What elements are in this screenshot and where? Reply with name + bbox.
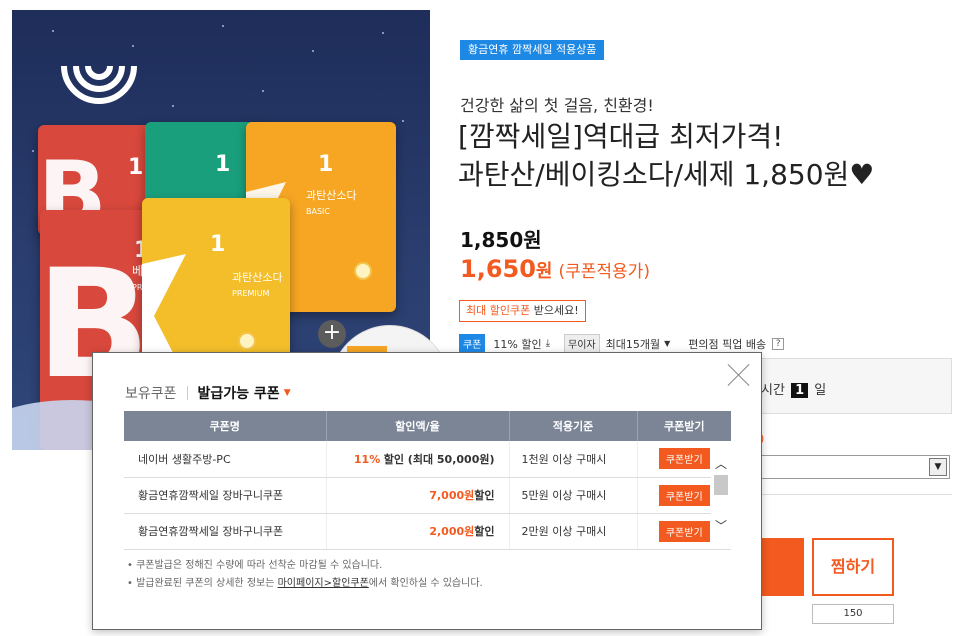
pouch-sub: PREMIUM (232, 289, 270, 298)
star (172, 105, 174, 107)
note-line: • 발급완료된 쿠폰의 상세한 정보는 마이페이지>할인쿠폰에서 확인하실 수 … (127, 575, 483, 593)
coupon-discount-text: 할인 (474, 525, 495, 538)
product-title-line2: 과탄산/베이킹소다/세제 1,850원♥ (458, 158, 875, 191)
note-line: • 쿠폰발급은 정해진 수량에 따라 선착순 마감될 수 있습니다. (127, 560, 383, 571)
scrollbar[interactable]: ︿ ﹀ (711, 453, 731, 547)
time-day: 1 (791, 383, 809, 398)
coupon-discount-value: 11% (353, 452, 381, 466)
pouch-badge-icon (238, 332, 256, 350)
interest-free-tag: 무이자 (564, 334, 600, 353)
coupon-name: 황금연휴깜짝세일 장바구니쿠폰 (124, 513, 327, 550)
coupon-discount: 7,000원할인 (326, 477, 510, 514)
coupon-discount[interactable]: 11% 할인 (493, 336, 541, 352)
coupon-discount-value: 7,000원 (429, 489, 475, 502)
column-header: 할인액/율 (326, 411, 510, 441)
mypage-coupon-link[interactable]: 마이페이지>할인쿠폰 (278, 578, 369, 589)
pouch-number: 1 (318, 152, 334, 177)
pouch-sub: BASIC (306, 207, 330, 216)
star (262, 90, 264, 92)
star (382, 32, 384, 34)
installment-label[interactable]: 최대15개월 (606, 336, 660, 352)
note-text: • 발급완료된 쿠폰의 상세한 정보는 (127, 578, 275, 589)
star (132, 45, 134, 47)
price-original: 1,850원 (460, 228, 542, 252)
get-coupon-button[interactable]: 쿠폰받기 (658, 448, 710, 470)
chevron-down-icon[interactable]: ▼ (664, 339, 670, 348)
coupon-notes: • 쿠폰발급은 정해진 수량에 따라 선착순 마감될 수 있습니다. • 발급완… (127, 557, 483, 593)
table-row: 황금연휴깜짝세일 장바구니쿠폰 2,000원할인 2만원 이상 구매시 쿠폰받기 (124, 513, 731, 550)
coupon-table: 쿠폰명 할인액/율 적용기준 쿠폰받기 네이버 생활주방-PC 11% 할인 (… (124, 411, 731, 550)
pouch-yellow: 1 과탄산소다 PREMIUM (142, 198, 290, 378)
coupon-criteria: 5만원 이상 구매시 (509, 477, 638, 514)
chevron-down-icon[interactable]: ﹀ (715, 517, 727, 534)
time-suffix: 일 (814, 383, 827, 398)
scrollbar-thumb[interactable] (714, 475, 728, 495)
pouch-name: 과탄산소다 (232, 271, 283, 284)
caret-down-icon[interactable]: ▼ (284, 388, 291, 398)
table-header-row: 쿠폰명 할인액/율 적용기준 쿠폰받기 (124, 411, 731, 441)
pouch-name: 과탄산소다 (306, 189, 357, 202)
delivery-time-box: 시간 1 일 (740, 358, 952, 414)
max-coupon-button[interactable]: 최대 할인쿠폰 받으세요! (459, 300, 586, 322)
coupon-discount-value: 2,000원 (429, 525, 475, 538)
price-coupon: 1,650원 (쿠폰적용가) (460, 255, 650, 283)
coupon-discount-text: 할인 (최대 50,000원) (383, 452, 495, 466)
coupon-modal: 보유쿠폰 발급가능 쿠폰 ▼ 쿠폰명 할인액/율 적용기준 쿠폰받기 네이버 생… (92, 352, 762, 630)
product-title-line1: [깜짝세일]역대급 최저가격! (458, 120, 784, 153)
price-coupon-unit: 원 (535, 261, 553, 282)
coupon-criteria: 2만원 이상 구매시 (509, 513, 638, 550)
download-icon[interactable]: ⤓ (546, 338, 550, 349)
brand-logo-icon (61, 65, 137, 104)
star (312, 50, 314, 52)
pouch-number: 1 (210, 232, 226, 257)
promo-tag: 황금연휴 깜짝세일 적용상품 (460, 40, 605, 60)
plus-icon[interactable]: + (318, 320, 346, 348)
max-coupon-highlight: 최대 할인쿠폰 (466, 304, 531, 317)
star (52, 30, 54, 32)
coupon-name: 황금연휴깜짝세일 장바구니쿠폰 (124, 477, 327, 514)
star (32, 150, 34, 152)
product-title: [깜짝세일]역대급 최저가격! 과탄산/베이킹소다/세제 1,850원♥ (458, 118, 968, 194)
chevron-up-icon[interactable]: ︿ (715, 455, 727, 472)
star (222, 25, 224, 27)
pouch-badge-icon (354, 262, 372, 280)
coupon-tag: 쿠폰 (459, 334, 486, 353)
column-header: 쿠폰명 (124, 411, 327, 441)
coupon-criteria: 1천원 이상 구매시 (509, 441, 638, 478)
product-subtitle: 건강한 삶의 첫 걸음, 친환경! (460, 96, 654, 115)
coupon-discount-text: 할인 (474, 489, 495, 502)
tab-divider (186, 386, 188, 400)
benefit-row: 쿠폰 11% 할인 ⤓ 무이자 최대15개월 ▼ 편의점 픽업 배송 ? (459, 334, 785, 353)
pouch-number: 1 (128, 155, 144, 180)
coupon-name: 네이버 생활주방-PC (124, 441, 327, 478)
coupon-tabs: 보유쿠폰 발급가능 쿠폰 ▼ (125, 383, 291, 403)
tab-held-coupons[interactable]: 보유쿠폰 (125, 383, 177, 403)
coupon-discount: 2,000원할인 (326, 513, 510, 550)
help-icon[interactable]: ? (772, 337, 785, 350)
chevron-down-icon[interactable]: ▼ (929, 458, 947, 476)
pouch-number: 1 (215, 152, 231, 177)
product-page: 1 B 1 1 과탄산소다 BASIC 1 베이 PREMIUM B 1 과탄산… (0, 0, 975, 636)
close-icon[interactable] (727, 363, 751, 387)
note-text: 에서 확인하실 수 있습니다. (368, 578, 483, 589)
coupon-discount: 11% 할인 (최대 50,000원) (326, 441, 510, 478)
table-row: 황금연휴깜짝세일 장바구니쿠폰 7,000원할인 5만원 이상 구매시 쿠폰받기 (124, 477, 731, 514)
price-coupon-value: 1,650 (460, 255, 536, 283)
column-header: 적용기준 (509, 411, 638, 441)
option-select[interactable]: ▼ (740, 455, 950, 479)
wishlist-count: 150 (812, 604, 894, 624)
get-coupon-button[interactable]: 쿠폰받기 (658, 520, 710, 542)
table-row: 네이버 생활주방-PC 11% 할인 (최대 50,000원) 1천원 이상 구… (124, 441, 731, 478)
price-coupon-note: (쿠폰적용가) (558, 262, 650, 282)
star (402, 120, 404, 122)
wishlist-button[interactable]: 찜하기 (812, 538, 894, 596)
time-prefix: 시간 (761, 383, 785, 398)
tab-available-coupons[interactable]: 발급가능 쿠폰 (198, 383, 280, 403)
divider (740, 494, 952, 495)
delivery-option: 편의점 픽업 배송 (688, 337, 767, 351)
get-coupon-button[interactable]: 쿠폰받기 (658, 484, 710, 506)
max-coupon-text: 받으세요! (533, 304, 579, 317)
column-header: 쿠폰받기 (637, 411, 731, 441)
